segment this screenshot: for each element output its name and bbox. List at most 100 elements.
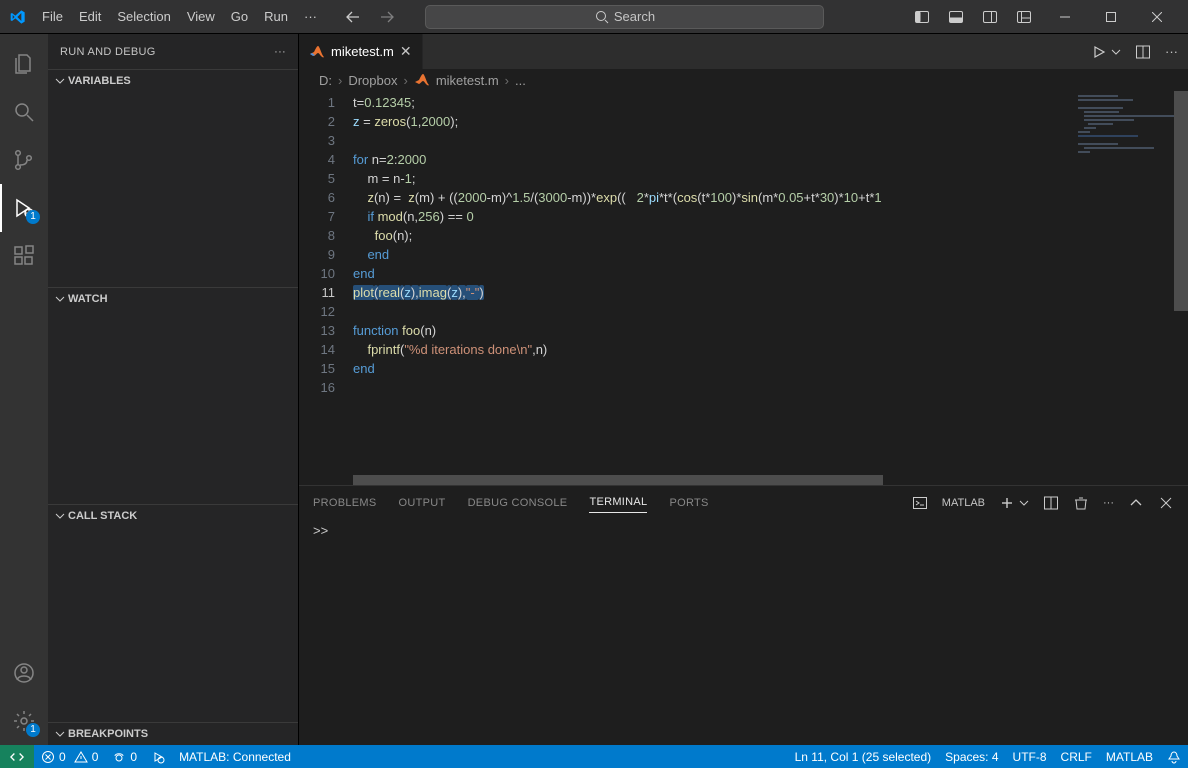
- panel-more-icon[interactable]: ···: [1103, 497, 1114, 509]
- breadcrumbs[interactable]: D: › Dropbox › miketest.m › ...: [299, 69, 1188, 91]
- scrollbar-thumb[interactable]: [353, 475, 883, 485]
- remote-indicator[interactable]: [0, 745, 34, 768]
- terminal-profile-icon[interactable]: [912, 495, 928, 511]
- sidebar-more-icon[interactable]: ···: [274, 46, 286, 58]
- debug-icon: [151, 750, 165, 764]
- kill-terminal-icon[interactable]: [1073, 495, 1089, 511]
- menu-selection[interactable]: Selection: [109, 5, 178, 28]
- split-editor-icon[interactable]: [1135, 44, 1151, 60]
- section-variables: VARIABLES: [48, 69, 298, 287]
- activitybar-scm[interactable]: [0, 136, 48, 184]
- status-spaces-label: Spaces: 4: [945, 750, 998, 764]
- crumb[interactable]: D:: [319, 73, 332, 88]
- chevron-right-icon: ›: [505, 73, 509, 88]
- status-matlab[interactable]: MATLAB: Connected: [172, 745, 298, 768]
- tab-miketest[interactable]: miketest.m ✕: [299, 34, 423, 69]
- maximize-button[interactable]: [1088, 0, 1134, 34]
- status-eol[interactable]: CRLF: [1054, 745, 1099, 768]
- section-label: CALL STACK: [68, 510, 137, 522]
- terminal-name[interactable]: MATLAB: [942, 497, 985, 509]
- menu-file[interactable]: File: [34, 5, 71, 28]
- panel-tab-debug-console[interactable]: DEBUG CONSOLE: [468, 493, 568, 513]
- statusbar: 0 0 0 MATLAB: Connected Ln 11, Col 1 (25…: [0, 745, 1188, 768]
- section-watch: WATCH: [48, 287, 298, 505]
- toggle-secondary-sidebar-icon[interactable]: [982, 9, 998, 25]
- minimize-button[interactable]: [1042, 0, 1088, 34]
- warning-icon: [74, 750, 88, 764]
- activitybar-extensions[interactable]: [0, 232, 48, 280]
- toggle-primary-sidebar-icon[interactable]: [914, 9, 930, 25]
- section-watch-head[interactable]: WATCH: [48, 288, 298, 310]
- section-variables-head[interactable]: VARIABLES: [48, 70, 298, 92]
- crumb[interactable]: Dropbox: [348, 73, 397, 88]
- section-label: WATCH: [68, 293, 108, 305]
- chevron-down-icon: [54, 510, 66, 522]
- section-callstack-head[interactable]: CALL STACK: [48, 505, 298, 527]
- close-panel-icon[interactable]: [1158, 495, 1174, 511]
- menu-run[interactable]: Run: [256, 5, 296, 28]
- search-box[interactable]: Search: [425, 5, 824, 29]
- menu-view[interactable]: View: [179, 5, 223, 28]
- status-notifications[interactable]: [1160, 745, 1188, 768]
- close-button[interactable]: [1134, 0, 1180, 34]
- section-breakpoints-head[interactable]: BREAKPOINTS: [48, 723, 298, 745]
- editor-vertical-scrollbar[interactable]: [1174, 91, 1188, 475]
- sidebar-run-debug: RUN AND DEBUG ··· VARIABLES WATCH CALL S…: [48, 34, 299, 745]
- maximize-panel-icon[interactable]: [1128, 495, 1144, 511]
- terminal-body[interactable]: >>: [299, 519, 1188, 745]
- crumb[interactable]: ...: [515, 73, 526, 88]
- status-ports[interactable]: 0: [105, 745, 144, 768]
- panel-tab-ports[interactable]: PORTS: [669, 493, 708, 513]
- status-warning-count: 0: [92, 750, 99, 764]
- bell-icon: [1167, 750, 1181, 764]
- activitybar-account[interactable]: [0, 649, 48, 697]
- menu-overflow[interactable]: ···: [296, 5, 325, 28]
- crumb[interactable]: miketest.m: [436, 73, 499, 88]
- sidebar-title: RUN AND DEBUG ···: [48, 34, 298, 69]
- editor-body[interactable]: 12345678910111213141516 t=0.12345;z = ze…: [299, 91, 1188, 475]
- nav-forward-icon[interactable]: [379, 9, 395, 25]
- status-debug-start[interactable]: [144, 745, 172, 768]
- menubar: File Edit Selection View Go Run: [34, 5, 296, 28]
- line-gutter[interactable]: 12345678910111213141516: [299, 91, 353, 475]
- editor-more-icon[interactable]: ···: [1165, 44, 1178, 59]
- status-encoding[interactable]: UTF-8: [1006, 745, 1054, 768]
- panel-tab-problems[interactable]: PROBLEMS: [313, 493, 377, 513]
- terminal-dropdown-icon[interactable]: [1019, 498, 1029, 508]
- status-cursor[interactable]: Ln 11, Col 1 (25 selected): [788, 745, 939, 768]
- section-breakpoints: BREAKPOINTS: [48, 722, 298, 745]
- matlab-file-icon: [309, 44, 325, 60]
- chevron-right-icon: ›: [338, 73, 342, 88]
- menu-go[interactable]: Go: [223, 5, 256, 28]
- status-spaces[interactable]: Spaces: 4: [938, 745, 1005, 768]
- run-file-icon[interactable]: [1091, 44, 1107, 60]
- vscode-logo-icon: [8, 7, 28, 27]
- run-dropdown-icon[interactable]: [1111, 47, 1121, 57]
- activitybar-search[interactable]: [0, 88, 48, 136]
- editor-horizontal-scrollbar[interactable]: [299, 475, 1188, 485]
- nav-back-icon[interactable]: [345, 9, 361, 25]
- activitybar-explorer[interactable]: [0, 40, 48, 88]
- split-terminal-icon[interactable]: [1043, 495, 1059, 511]
- activitybar-settings[interactable]: 1: [0, 697, 48, 745]
- activitybar-run-debug[interactable]: 1: [0, 184, 48, 232]
- status-language[interactable]: MATLAB: [1099, 745, 1160, 768]
- panel-tab-terminal[interactable]: TERMINAL: [589, 492, 647, 513]
- chevron-right-icon: ›: [403, 73, 407, 88]
- scrollbar-thumb[interactable]: [1174, 91, 1188, 311]
- panel-tab-output[interactable]: OUTPUT: [399, 493, 446, 513]
- chevron-down-icon: [54, 75, 66, 87]
- status-errors[interactable]: 0 0: [34, 745, 105, 768]
- search-placeholder: Search: [614, 9, 655, 24]
- titlebar: File Edit Selection View Go Run ··· Sear…: [0, 0, 1188, 34]
- ports-icon: [112, 750, 126, 764]
- terminal-prompt: >>: [313, 523, 328, 538]
- tab-close-icon[interactable]: ✕: [400, 43, 412, 60]
- minimap[interactable]: [1074, 91, 1174, 475]
- toggle-panel-icon[interactable]: [948, 9, 964, 25]
- new-terminal-icon[interactable]: [999, 495, 1015, 511]
- customize-layout-icon[interactable]: [1016, 9, 1032, 25]
- menu-edit[interactable]: Edit: [71, 5, 109, 28]
- section-callstack: CALL STACK: [48, 504, 298, 722]
- code-area[interactable]: t=0.12345;z = zeros(1,2000);for n=2:2000…: [353, 91, 1188, 475]
